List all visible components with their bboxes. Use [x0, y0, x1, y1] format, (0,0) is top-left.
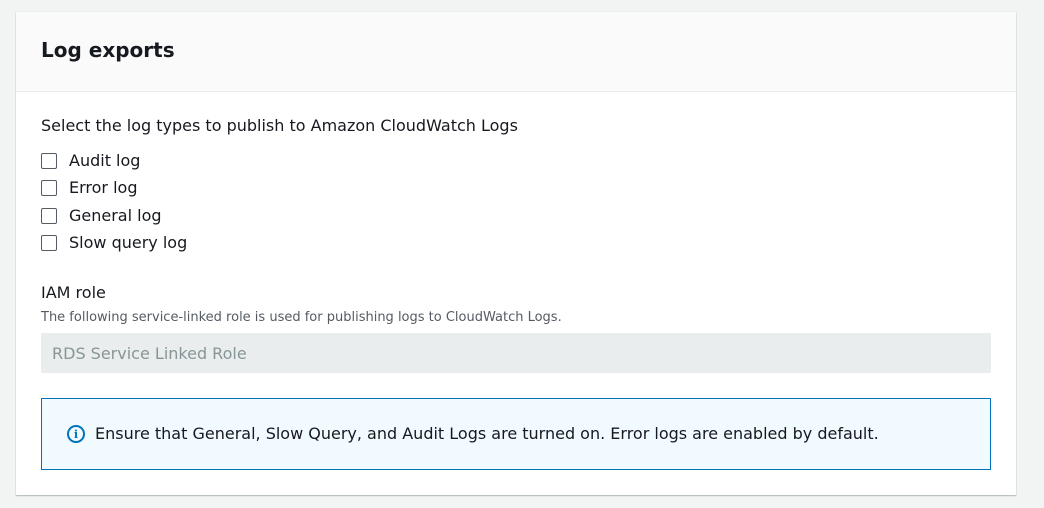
checkbox-input[interactable] [41, 207, 57, 224]
checkbox-audit-log[interactable]: Audit log [41, 147, 187, 175]
log-exports-panel: Log exports Select the log types to publ… [16, 12, 1016, 495]
iam-role-field [41, 333, 991, 373]
info-message: Ensure that General, Slow Query, and Aud… [95, 424, 879, 443]
checkbox-label: General log [69, 205, 162, 225]
checkbox-slow-query-log[interactable]: Slow query log [41, 230, 187, 258]
iam-role-description: The following service-linked role is use… [41, 310, 562, 325]
checkbox-input[interactable] [41, 152, 57, 169]
checkbox-input[interactable] [41, 235, 57, 252]
checkbox-label: Audit log [69, 150, 141, 170]
info-alert: i Ensure that General, Slow Query, and A… [41, 398, 991, 470]
log-types-checkbox-list: Audit log Error log General log Slow que… [41, 147, 187, 257]
panel-title: Log exports [41, 38, 175, 62]
checkbox-label: Slow query log [69, 233, 188, 253]
info-icon: i [67, 425, 85, 443]
checkbox-label: Error log [69, 178, 138, 198]
checkbox-error-log[interactable]: Error log [41, 175, 187, 203]
log-types-label: Select the log types to publish to Amazo… [41, 116, 518, 135]
checkbox-input[interactable] [41, 180, 57, 197]
checkbox-general-log[interactable]: General log [41, 202, 187, 230]
panel-header: Log exports [16, 12, 1016, 92]
iam-role-label: IAM role [41, 283, 106, 302]
